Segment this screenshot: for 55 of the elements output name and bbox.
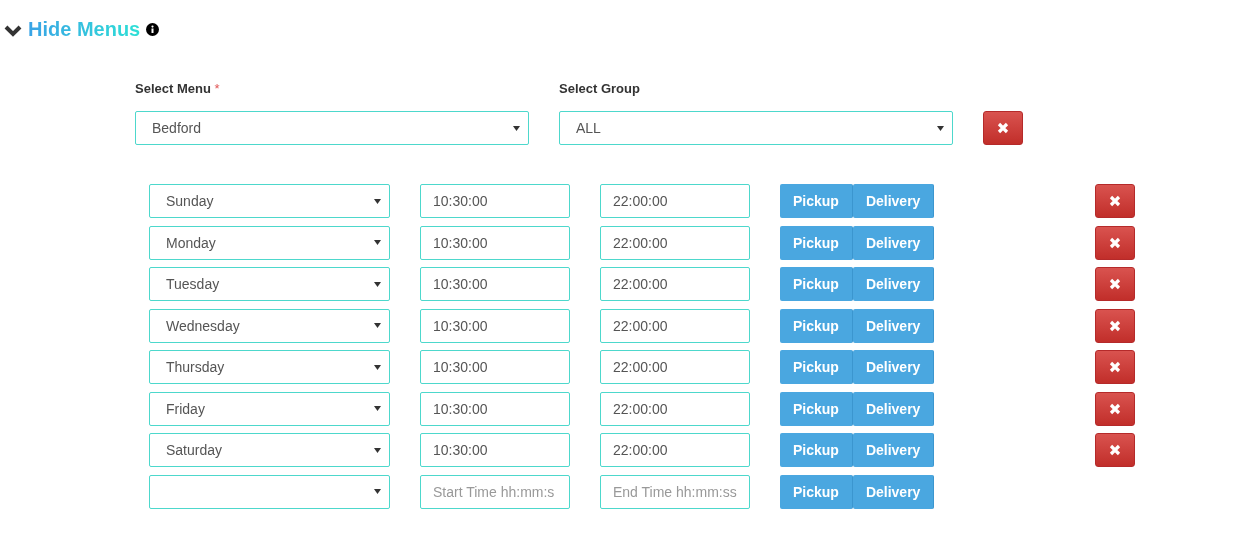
- caret-icon: [374, 489, 381, 494]
- time-field[interactable]: End Time hh:mm:ss: [600, 474, 750, 509]
- time-field[interactable]: 22:00:00: [600, 184, 750, 218]
- delete-button[interactable]: [1095, 225, 1135, 260]
- close-icon: [1109, 402, 1121, 415]
- time-field[interactable]: 10:30:00: [420, 267, 570, 301]
- close-icon: [997, 122, 1009, 134]
- select-field[interactable]: Thursday: [149, 350, 390, 384]
- field-label: Select Menu *: [135, 81, 221, 96]
- field-label: Select Group: [559, 81, 641, 96]
- select-field[interactable]: Tuesday: [149, 267, 390, 301]
- close-icon: [1109, 361, 1121, 373]
- delete-button[interactable]: [1095, 350, 1135, 384]
- caret-icon: [374, 281, 381, 287]
- caret-icon: [374, 447, 381, 453]
- caret-icon: [374, 198, 381, 204]
- time-field[interactable]: 22:00:00: [600, 225, 750, 260]
- select-field[interactable]: Sunday: [149, 184, 390, 218]
- close-icon: [1109, 278, 1121, 290]
- close-icon: [1109, 319, 1121, 332]
- select-field[interactable]: [149, 474, 390, 509]
- delete-button[interactable]: [1095, 391, 1135, 426]
- time-field[interactable]: 10:30:00: [420, 184, 570, 218]
- close-icon: [1109, 236, 1121, 249]
- time-field[interactable]: 10:30:00: [420, 350, 570, 384]
- select-field[interactable]: ALL: [559, 111, 953, 145]
- close-icon: [1109, 444, 1121, 456]
- select-field[interactable]: Wednesday: [149, 308, 390, 343]
- close-icon: [1109, 195, 1121, 207]
- info-icon[interactable]: [146, 23, 160, 36]
- time-field[interactable]: Start Time hh:mm:s: [420, 474, 570, 509]
- time-field[interactable]: 10:30:00: [420, 433, 570, 467]
- time-field[interactable]: 10:30:00: [420, 308, 570, 343]
- caret-icon: [937, 125, 944, 131]
- caret-icon: [374, 240, 381, 245]
- caret-icon: [374, 406, 381, 411]
- select-field[interactable]: Bedford: [135, 111, 529, 145]
- delete-button[interactable]: [1095, 267, 1135, 301]
- time-field[interactable]: 22:00:00: [600, 391, 750, 426]
- caret-icon: [374, 323, 381, 328]
- caret-icon: [374, 364, 381, 370]
- time-field[interactable]: 10:30:00: [420, 391, 570, 426]
- time-field[interactable]: 10:30:00: [420, 225, 570, 260]
- time-field[interactable]: 22:00:00: [600, 267, 750, 301]
- caret-icon: [513, 125, 520, 131]
- delete-button[interactable]: [1095, 308, 1135, 343]
- time-field[interactable]: 22:00:00: [600, 308, 750, 343]
- time-field[interactable]: 22:00:00: [600, 433, 750, 467]
- select-field[interactable]: Monday: [149, 225, 390, 260]
- select-field[interactable]: Friday: [149, 391, 390, 426]
- delete-button[interactable]: [1095, 433, 1135, 467]
- time-field[interactable]: 22:00:00: [600, 350, 750, 384]
- delete-button[interactable]: [1095, 184, 1135, 218]
- select-field[interactable]: Saturday: [149, 433, 390, 467]
- delete-button[interactable]: [983, 111, 1023, 145]
